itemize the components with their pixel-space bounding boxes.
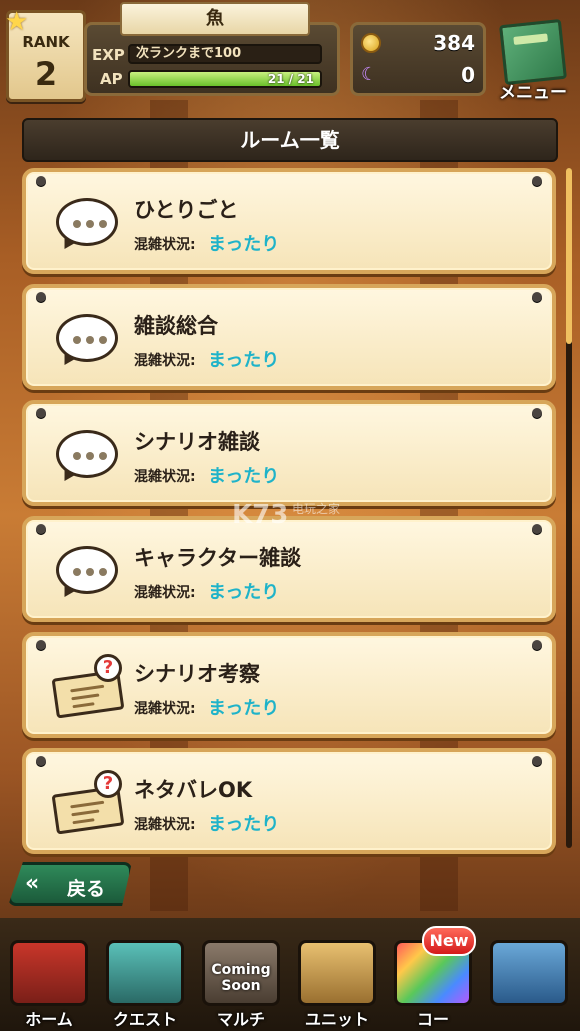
room-card[interactable]: ひとりごと混雑状況: まったり bbox=[22, 168, 556, 274]
room-status-label: 混雑状況: bbox=[134, 469, 196, 485]
coming-soon-badge: Coming Soon bbox=[211, 962, 271, 994]
exp-bar: 次ランクまで100 bbox=[128, 44, 322, 64]
room-status-label: 混雑状況: bbox=[134, 817, 196, 833]
character-portrait-icon bbox=[298, 940, 376, 1006]
speech-bubble-icon bbox=[52, 308, 124, 372]
nav-home[interactable]: ホーム bbox=[2, 926, 96, 1029]
room-status-label: 混雑状況: bbox=[134, 585, 196, 601]
new-badge: New bbox=[422, 926, 476, 956]
pin-icon bbox=[36, 524, 46, 534]
pin-icon bbox=[36, 176, 46, 186]
room-card[interactable]: 雑談総合混雑状況: まったり bbox=[22, 284, 556, 390]
scroll-question-icon: ? bbox=[51, 654, 125, 720]
room-status-value: まったり bbox=[208, 698, 280, 719]
room-status-value: まったり bbox=[208, 350, 280, 371]
coin-icon bbox=[361, 33, 381, 53]
room-card[interactable]: キャラクター雑談混雑状況: まったり bbox=[22, 516, 556, 622]
currency-panel: 384 ☾ 0 bbox=[350, 22, 486, 96]
castle-icon bbox=[490, 940, 568, 1006]
speech-bubble-icon bbox=[52, 192, 124, 256]
page-title: ルーム一覧 bbox=[22, 118, 558, 162]
watermark-sub: 电玩之家 bbox=[292, 502, 341, 516]
room-card[interactable]: ? ネタバレOK 混雑状況: まったり bbox=[22, 748, 556, 854]
room-status-value: まったり bbox=[208, 582, 280, 603]
nav-unit[interactable]: ユニット bbox=[290, 926, 384, 1029]
nav-co-label: コー bbox=[416, 1010, 449, 1029]
player-name: 魚 bbox=[120, 2, 310, 36]
nav-quest[interactable]: クエスト bbox=[98, 926, 192, 1029]
pin-icon bbox=[36, 408, 46, 418]
pin-icon bbox=[532, 292, 542, 302]
room-card[interactable]: ? シナリオ考察混雑状況: まったり bbox=[22, 632, 556, 738]
back-label: 戻る bbox=[67, 878, 106, 900]
ap-bar: 21 / 21 bbox=[128, 70, 322, 88]
speech-bubble-icon bbox=[52, 540, 124, 604]
pin-icon bbox=[532, 408, 542, 418]
house-icon bbox=[10, 940, 88, 1006]
nav-quest-label: クエスト bbox=[112, 1010, 177, 1029]
rank-label: RANK bbox=[22, 33, 70, 51]
rank-value: 2 bbox=[34, 55, 58, 93]
pin-icon bbox=[36, 640, 46, 650]
nav-unit-label: ユニット bbox=[304, 1010, 369, 1029]
nav-shop[interactable] bbox=[482, 926, 576, 1026]
scrollbar-thumb[interactable] bbox=[566, 168, 572, 344]
pin-icon bbox=[36, 292, 46, 302]
gate-icon bbox=[106, 940, 184, 1006]
room-name: シナリオ雑談 bbox=[134, 430, 260, 454]
room-status-value: まったり bbox=[208, 814, 280, 835]
pin-icon bbox=[532, 756, 542, 766]
pin-icon bbox=[36, 756, 46, 766]
room-status-value: まったり bbox=[208, 234, 280, 255]
book-icon bbox=[499, 18, 567, 86]
room-name: ひとりごと bbox=[134, 198, 239, 222]
double-chevron-left-icon: « bbox=[25, 871, 40, 896]
room-name: シナリオ考察 bbox=[134, 662, 260, 686]
room-status-label: 混雑状況: bbox=[134, 353, 196, 369]
nav-multi[interactable]: Coming Soon マルチ bbox=[194, 926, 288, 1029]
nav-home-label: ホーム bbox=[25, 1010, 73, 1029]
room-status-value: まったり bbox=[208, 466, 280, 487]
exp-text: 次ランクまで100 bbox=[136, 46, 242, 61]
header: ★ RANK 2 魚 EXP 次ランクまで100 AP 21 / 21 384 … bbox=[0, 0, 580, 110]
scroll-question-icon: ? bbox=[51, 770, 125, 836]
room-name: キャラクター雑談 bbox=[134, 546, 302, 570]
watermark: K73 bbox=[232, 500, 289, 530]
room-name: ネタバレOK bbox=[134, 778, 253, 802]
gem-value: 0 bbox=[461, 63, 475, 87]
nav-multi-label: マルチ bbox=[216, 1010, 265, 1029]
rank-badge: ★ RANK 2 bbox=[5, 7, 86, 102]
speech-bubble-icon bbox=[52, 424, 124, 488]
room-name: 雑談総合 bbox=[134, 314, 218, 338]
rainbow-moon-icon: ☾ bbox=[361, 64, 378, 85]
back-button[interactable]: « 戻る bbox=[8, 862, 132, 906]
exp-label: EXP bbox=[92, 46, 125, 64]
menu-label: メニュー bbox=[499, 83, 567, 103]
nav-co[interactable]: New コー bbox=[386, 926, 480, 1029]
pin-icon bbox=[532, 640, 542, 650]
ap-label: AP bbox=[100, 70, 123, 88]
room-status-label: 混雑状況: bbox=[134, 701, 196, 717]
ap-text: 21 / 21 bbox=[267, 72, 314, 86]
bottom-nav: ホーム クエスト Coming Soon マルチ ユニット New コー bbox=[0, 918, 580, 1031]
pin-icon bbox=[532, 524, 542, 534]
menu-button[interactable]: メニュー bbox=[490, 18, 576, 104]
coin-value: 384 bbox=[433, 31, 475, 55]
room-card[interactable]: シナリオ雑談混雑状況: まったり bbox=[22, 400, 556, 506]
pin-icon bbox=[532, 176, 542, 186]
room-status-label: 混雑状況: bbox=[134, 237, 196, 253]
